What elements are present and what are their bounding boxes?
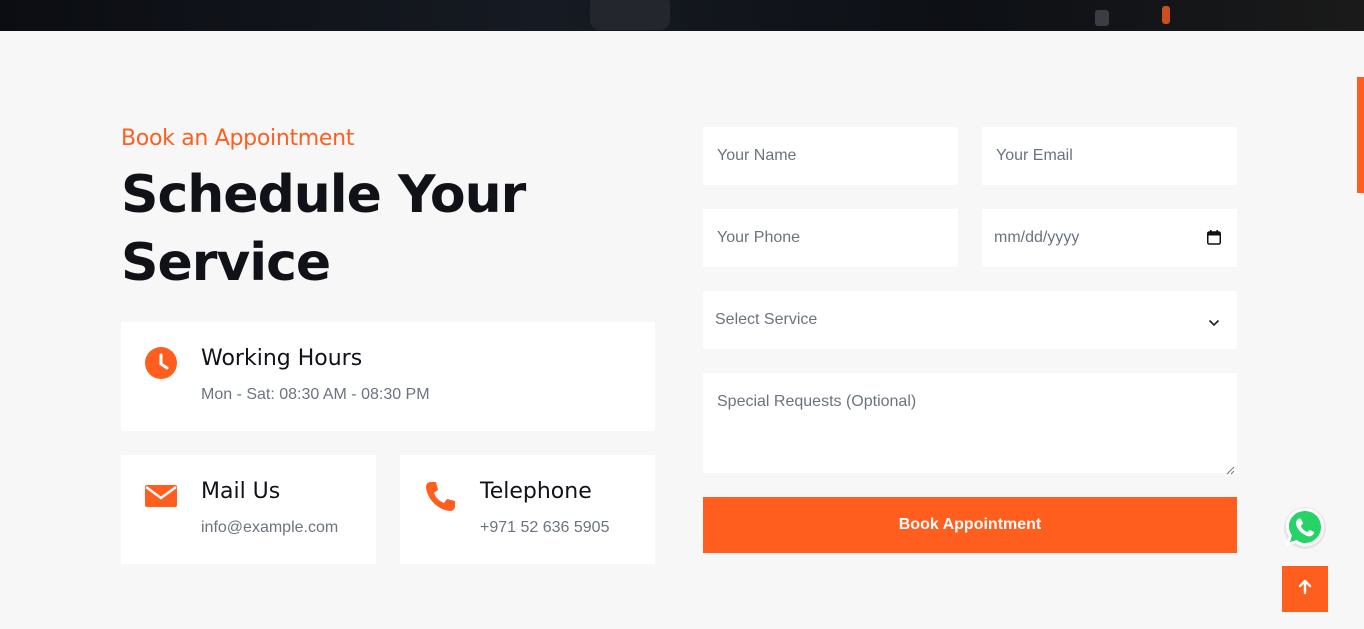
mail-card: Mail Us info@example.com (121, 455, 376, 564)
mail-address[interactable]: info@example.com (201, 519, 338, 537)
telephone-number[interactable]: +971 52 636 5905 (480, 519, 609, 537)
working-hours-card: Working Hours Mon - Sat: 08:30 AM - 08:3… (121, 322, 655, 431)
scroll-indicator[interactable] (1357, 77, 1364, 193)
resize-handle-icon[interactable] (1226, 462, 1235, 475)
section-eyebrow: Book an Appointment (121, 126, 355, 151)
phone-input[interactable]: Your Phone (703, 209, 958, 267)
name-input[interactable]: Your Name (703, 127, 958, 185)
special-requests-textarea[interactable]: Special Requests (Optional) (703, 373, 1237, 475)
working-hours-text: Mon - Sat: 08:30 AM - 08:30 PM (201, 386, 430, 403)
special-requests-placeholder: Special Requests (Optional) (717, 393, 917, 410)
arrow-up-icon (1297, 579, 1313, 600)
calendar-icon[interactable] (1207, 230, 1221, 245)
email-input[interactable]: Your Email (982, 127, 1237, 185)
back-to-top-button[interactable] (1282, 566, 1328, 612)
date-input[interactable]: mm/dd/yyyy (982, 209, 1237, 267)
working-hours-title: Working Hours (201, 346, 363, 371)
service-select[interactable]: Select Service (703, 291, 1237, 349)
chevron-down-icon (1208, 315, 1220, 327)
mail-title: Mail Us (201, 479, 281, 504)
hero-image-strip (0, 0, 1364, 31)
whatsapp-icon[interactable] (1281, 503, 1329, 551)
book-appointment-button[interactable]: Book Appointment (703, 497, 1237, 553)
service-select-value: Select Service (715, 311, 818, 328)
appointment-intro: Book an Appointment Schedule Your Servic… (121, 126, 655, 297)
telephone-card: Telephone +971 52 636 5905 (400, 455, 655, 564)
phone-icon (424, 480, 456, 512)
telephone-title: Telephone (480, 479, 592, 504)
section-title: Schedule Your Service (121, 165, 526, 293)
date-placeholder: mm/dd/yyyy (994, 229, 1080, 246)
envelope-icon (145, 480, 177, 512)
clock-icon (145, 347, 177, 379)
